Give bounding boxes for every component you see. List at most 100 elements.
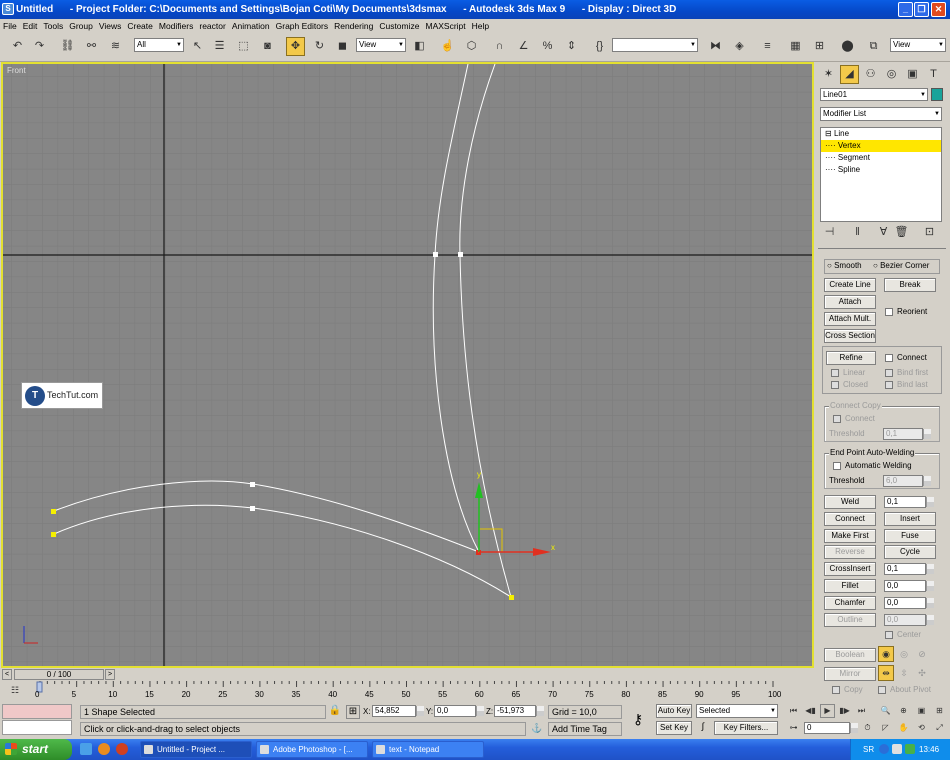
mirror-vertical-icon[interactable]: ⇳ [896, 665, 912, 681]
absolute-mode-icon[interactable]: ⊞ [346, 705, 360, 719]
y-coordinate-field[interactable]: 0,0 [434, 705, 484, 717]
center-checkbox[interactable] [885, 631, 893, 639]
front-viewport[interactable]: y x Front T TechTut.com [1, 62, 814, 668]
play-icon[interactable]: ▶ [820, 704, 835, 718]
bind-space-warp-icon[interactable]: ≋ [106, 37, 125, 56]
time-slider-thumb[interactable]: 0 / 100 [14, 669, 104, 680]
outline-button[interactable]: Outline [824, 613, 876, 627]
reorient-checkbox[interactable] [885, 308, 893, 316]
bind-last-checkbox[interactable] [885, 381, 893, 389]
fillet-button[interactable]: Fillet [824, 579, 876, 593]
menu-create[interactable]: Create [124, 19, 156, 33]
key-mode-toggle-icon[interactable]: ⊶ [786, 721, 801, 735]
crossinsert-spinner[interactable]: 0,1 [884, 563, 934, 575]
menu-group[interactable]: Group [66, 19, 96, 33]
chamfer-button[interactable]: Chamfer [824, 596, 876, 610]
insert-button[interactable]: Insert [884, 512, 936, 526]
track-bar[interactable]: ☷ 0 5 10 15 20 25 30 35 40 45 50 55 60 65 70 75 80 85 90 95… [0, 681, 816, 703]
connect-copy-threshold-spinner[interactable]: 0,1 [883, 428, 931, 440]
mirror-horizontal-icon[interactable]: ⇹ [878, 665, 894, 681]
pin-stack-icon[interactable]: ⊣ [820, 223, 839, 242]
undo-icon[interactable]: ↶ [8, 37, 27, 56]
angle-snap-icon[interactable]: ∠ [514, 37, 533, 56]
maximize-viewport-icon[interactable]: ⤢ [932, 721, 947, 735]
start-button[interactable]: start [0, 739, 72, 760]
pan-icon[interactable]: ✋ [896, 721, 911, 735]
default-tangent-icon[interactable]: ∫ [696, 721, 710, 735]
mirror-icon[interactable]: ⧓ [706, 37, 725, 56]
window-crossing-icon[interactable]: ◙ [258, 37, 277, 56]
modifier-list-dropdown[interactable]: Modifier List [820, 107, 942, 121]
add-time-tag-button[interactable]: Add Time Tag [548, 722, 622, 736]
end-vertex[interactable] [51, 532, 56, 537]
refine-button[interactable]: Refine [826, 351, 876, 365]
select-and-rotate-icon[interactable]: ↻ [310, 37, 329, 56]
hierarchy-tab-icon[interactable]: ⚇ [861, 65, 880, 84]
configure-sets-icon[interactable]: ⊡ [920, 223, 939, 242]
weld-button[interactable]: Weld [824, 495, 876, 509]
key-mode-dropdown[interactable]: Selected [696, 704, 778, 718]
vertex[interactable] [250, 482, 255, 487]
break-button[interactable]: Break [884, 278, 936, 292]
object-color-swatch[interactable] [931, 88, 943, 101]
reference-coordinate-dropdown[interactable]: View [356, 38, 406, 52]
stack-item-segment[interactable]: ···· Segment [821, 152, 941, 164]
set-key-icon[interactable]: ⚷ [626, 707, 650, 731]
boolean-button[interactable]: Boolean [824, 648, 876, 662]
menu-views[interactable]: Views [96, 19, 125, 33]
chamfer-spinner[interactable]: 0,0 [884, 597, 934, 609]
cycle-button[interactable]: Cycle [884, 545, 936, 559]
stack-item-spline[interactable]: ···· Spline [821, 164, 941, 176]
menu-maxscript[interactable]: MAXScript [422, 19, 468, 33]
schematic-view-icon[interactable]: ⊞ [810, 37, 829, 56]
stack-item-line[interactable]: ⊟ Line [821, 128, 941, 140]
taskbar-item-3dsmax[interactable]: Untitled - Project ... [140, 741, 252, 758]
select-and-scale-icon[interactable]: ◼ [333, 37, 352, 56]
x-coordinate-field[interactable]: 54,852 [372, 705, 424, 717]
menu-reactor[interactable]: reactor [196, 19, 228, 33]
maxscript-input-mini[interactable] [2, 720, 72, 735]
redo-icon[interactable]: ↷ [30, 37, 49, 56]
maximize-button[interactable]: ❐ [914, 2, 929, 17]
menu-animation[interactable]: Animation [229, 19, 273, 33]
display-tab-icon[interactable]: ▣ [903, 65, 922, 84]
fillet-spinner[interactable]: 0,0 [884, 580, 934, 592]
menu-edit[interactable]: Edit [20, 19, 41, 33]
render-view-dropdown[interactable]: View [890, 38, 946, 52]
automatic-welding-checkbox[interactable] [833, 462, 841, 470]
tray-app-icon[interactable] [905, 744, 915, 754]
create-line-button[interactable]: Create Line [824, 278, 876, 292]
bezier-corner-radio[interactable]: ○ Bezier Corner [873, 261, 929, 270]
modifier-stack[interactable]: ⊟ Line ···· Vertex ···· Segment ···· Spl… [820, 127, 942, 222]
volume-icon[interactable] [892, 744, 902, 754]
cross-section-button[interactable]: Cross Section [824, 329, 876, 343]
motion-tab-icon[interactable]: ◎ [882, 65, 901, 84]
time-configuration-icon[interactable]: ⏱ [860, 721, 875, 735]
end-vertex[interactable] [509, 595, 514, 600]
menu-tools[interactable]: Tools [40, 19, 66, 33]
fuse-button[interactable]: Fuse [884, 529, 936, 543]
welding-threshold-spinner[interactable]: 6,0 [883, 475, 931, 487]
menu-help[interactable]: Help [469, 19, 492, 33]
smooth-radio[interactable]: ○ Smooth [827, 261, 862, 270]
make-first-button[interactable]: Make First [824, 529, 876, 543]
boolean-intersect-icon[interactable]: ⊘ [914, 646, 930, 662]
copy-checkbox[interactable] [832, 686, 840, 694]
connect-copy-checkbox[interactable] [833, 415, 841, 423]
linear-checkbox[interactable] [831, 369, 839, 377]
time-slider-next-icon[interactable]: > [105, 669, 115, 680]
field-of-view-icon[interactable]: ◸ [878, 721, 893, 735]
menu-customize[interactable]: Customize [376, 19, 422, 33]
zoom-icon[interactable]: 🔍 [878, 704, 893, 718]
use-pivot-center-icon[interactable]: ◧ [410, 37, 429, 56]
make-unique-icon[interactable]: ∀ [874, 223, 893, 242]
snaps-toggle-icon[interactable]: ∩ [490, 37, 509, 56]
z-coordinate-field[interactable]: -51,973 [494, 705, 544, 717]
arc-rotate-icon[interactable]: ⟲ [914, 721, 929, 735]
vertex[interactable] [458, 252, 463, 257]
outline-spinner[interactable]: 0,0 [884, 614, 934, 626]
refine-connect-checkbox[interactable] [885, 354, 893, 362]
minimize-button[interactable]: _ [898, 2, 913, 17]
zoom-extents-all-icon[interactable]: ⊞ [932, 704, 947, 718]
menu-file[interactable]: File [0, 19, 20, 33]
